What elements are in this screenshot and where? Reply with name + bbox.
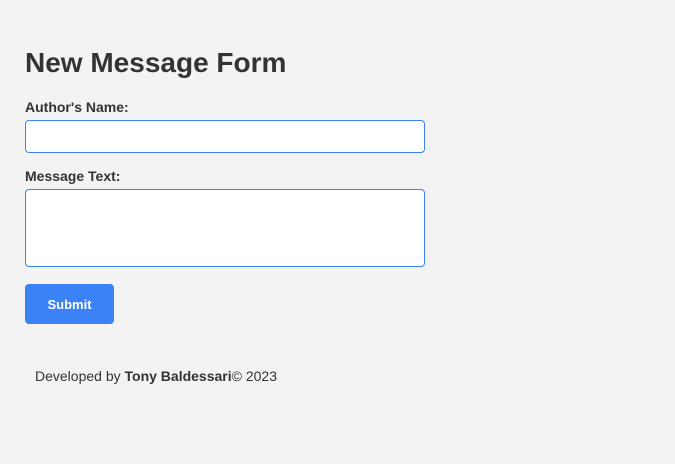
author-name-label: Author's Name:: [25, 99, 129, 115]
page: New Message Form Author's Name: Message …: [0, 0, 675, 464]
footer-prefix: Developed by: [35, 368, 125, 384]
footer: Developed by Tony Baldessari© 2023: [35, 368, 277, 384]
page-title: New Message Form: [25, 47, 287, 78]
message-text-input[interactable]: [25, 189, 425, 267]
submit-button[interactable]: Submit: [25, 284, 114, 324]
footer-copyright: © 2023: [231, 368, 277, 384]
developer-link[interactable]: Tony Baldessari: [125, 368, 232, 384]
author-name-input[interactable]: [25, 120, 425, 153]
message-text-label: Message Text:: [25, 168, 121, 184]
